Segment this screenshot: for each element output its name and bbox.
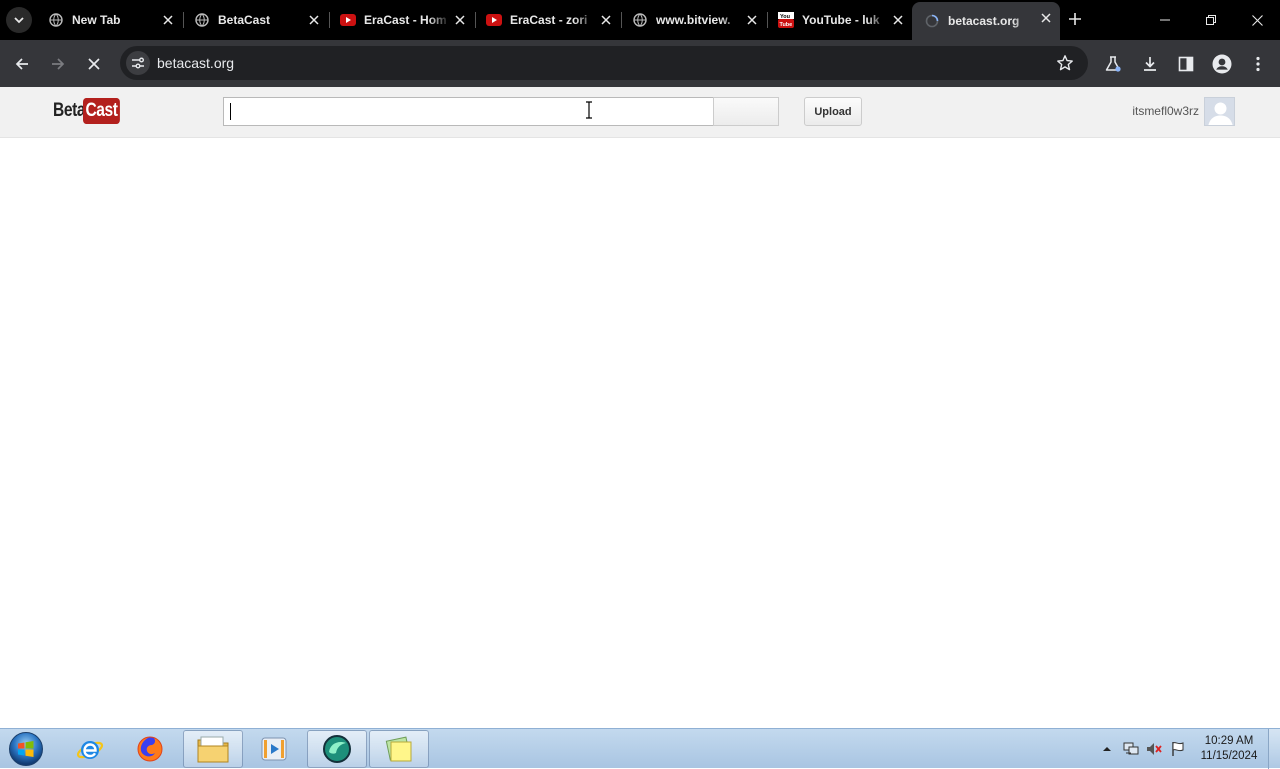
taskbar-media-player[interactable]	[244, 730, 304, 768]
volume-muted-tray-icon[interactable]	[1146, 741, 1162, 757]
close-window-button[interactable]	[1234, 0, 1280, 40]
minimize-button[interactable]	[1142, 0, 1188, 40]
side-panel-icon	[1178, 56, 1194, 72]
menu-button[interactable]	[1244, 50, 1272, 78]
back-button[interactable]	[8, 50, 36, 78]
youtube-play-icon	[340, 12, 356, 28]
tab-title: BetaCast	[218, 13, 271, 27]
profile-button[interactable]	[1208, 50, 1236, 78]
close-icon	[1251, 14, 1263, 26]
tab-betacast[interactable]: BetaCast	[182, 4, 328, 36]
tab-betacast-org-active[interactable]: betacast.org	[912, 2, 1060, 40]
tab-title: betacast.org	[948, 14, 1020, 28]
close-tab-icon[interactable]	[306, 12, 322, 28]
plus-icon	[1069, 13, 1081, 25]
flask-icon	[1105, 56, 1121, 72]
arrow-left-icon	[15, 58, 28, 70]
tab-strip: New Tab BetaCast EraCast - Hom EraCast -…	[0, 0, 1280, 40]
logo-beta-text: Beta	[53, 100, 86, 121]
show-hidden-icons-button[interactable]	[1099, 741, 1115, 757]
chevron-up-icon	[1103, 747, 1111, 751]
tab-title: YouTube - luk	[802, 13, 880, 27]
close-tab-icon[interactable]	[452, 12, 468, 28]
taskbar-file-explorer[interactable]	[183, 730, 243, 768]
download-icon	[1144, 57, 1156, 71]
tab-title: EraCast - Hom	[364, 13, 447, 27]
betacast-logo[interactable]: Beta Cast	[53, 97, 128, 125]
svg-text:Tube: Tube	[780, 22, 793, 28]
taskbar-betacast-app[interactable]	[307, 730, 367, 768]
windows-taskbar: 10:29 AM 11/15/2024	[0, 728, 1280, 769]
loading-icon	[924, 13, 940, 29]
forward-button[interactable]	[44, 50, 72, 78]
restore-icon	[1206, 15, 1216, 25]
stop-x-icon	[88, 58, 100, 70]
close-tab-icon[interactable]	[160, 12, 176, 28]
url-text: betacast.org	[157, 55, 235, 71]
tune-icon	[132, 57, 144, 69]
search-input[interactable]	[223, 97, 714, 126]
default-avatar-icon	[1208, 102, 1233, 125]
taskbar-firefox[interactable]	[120, 730, 180, 768]
side-panel-button[interactable]	[1172, 50, 1200, 78]
username-link[interactable]: itsmefl0w3rz	[1132, 104, 1199, 118]
tab-youtube[interactable]: You Tube YouTube - luk	[766, 4, 912, 36]
close-tab-icon[interactable]	[890, 12, 906, 28]
new-tab-button[interactable]	[1064, 8, 1086, 30]
start-button[interactable]	[6, 731, 46, 767]
more-vert-icon	[1256, 56, 1260, 72]
ibeam-cursor-icon	[586, 101, 592, 119]
taskbar-internet-explorer[interactable]	[60, 730, 120, 768]
tab-eracast-zori[interactable]: EraCast - zori	[474, 4, 620, 36]
labs-button[interactable]	[1099, 50, 1127, 78]
tab-title: www.bitview.	[656, 13, 731, 27]
site-info-button[interactable]	[126, 51, 150, 75]
firefox-icon	[137, 736, 163, 762]
file-explorer-icon	[197, 736, 229, 763]
youtube-play-icon	[486, 12, 502, 28]
tab-eracast-home[interactable]: EraCast - Hom	[328, 4, 474, 36]
media-player-icon	[261, 737, 287, 761]
tab-title: EraCast - zori	[510, 13, 588, 27]
avatar[interactable]	[1204, 97, 1235, 126]
search-button[interactable]	[713, 97, 779, 126]
bookmark-star-icon[interactable]	[1056, 54, 1074, 72]
profile-icon	[1212, 54, 1232, 74]
browser-toolbar: betacast.org	[0, 40, 1280, 87]
minimize-icon	[1160, 19, 1170, 21]
tab-new-tab[interactable]: New Tab	[36, 4, 182, 36]
taskbar-sticky-notes[interactable]	[369, 730, 429, 768]
upload-button[interactable]: Upload	[804, 97, 862, 126]
sticky-notes-icon	[385, 736, 412, 762]
betacast-app-icon	[323, 735, 351, 763]
globe-icon	[194, 12, 210, 28]
arrow-right-icon	[52, 58, 65, 70]
windows-start-orb-icon	[9, 732, 43, 766]
clock-date: 11/15/2024	[1200, 750, 1258, 762]
text-caret	[230, 103, 231, 120]
internet-explorer-icon	[76, 741, 104, 759]
logo-cast-text: Cast	[83, 98, 121, 124]
chevron-down-icon	[14, 17, 24, 24]
svg-text:You: You	[780, 14, 790, 20]
tab-title: New Tab	[72, 13, 121, 27]
site-header: Beta Cast Upload itsmefl0w3rz	[0, 87, 1280, 138]
restore-button[interactable]	[1188, 0, 1234, 40]
downloads-button[interactable]	[1136, 50, 1164, 78]
close-tab-icon[interactable]	[744, 12, 760, 28]
tab-search-button[interactable]	[6, 7, 32, 33]
show-desktop-button[interactable]	[1268, 729, 1280, 769]
clock-time: 10:29 AM	[1204, 735, 1254, 747]
close-tab-icon[interactable]	[598, 12, 614, 28]
address-bar[interactable]: betacast.org	[120, 46, 1088, 80]
system-clock[interactable]: 10:29 AM 11/15/2024	[1196, 734, 1262, 764]
youtube-classic-icon: You Tube	[778, 12, 794, 28]
action-center-flag-icon[interactable]	[1170, 741, 1186, 757]
globe-icon	[632, 12, 648, 28]
close-tab-icon[interactable]	[1038, 10, 1054, 26]
globe-icon	[48, 12, 64, 28]
stop-loading-button[interactable]	[80, 50, 108, 78]
tab-bitview[interactable]: www.bitview.	[620, 4, 766, 36]
network-tray-icon[interactable]	[1123, 741, 1139, 757]
